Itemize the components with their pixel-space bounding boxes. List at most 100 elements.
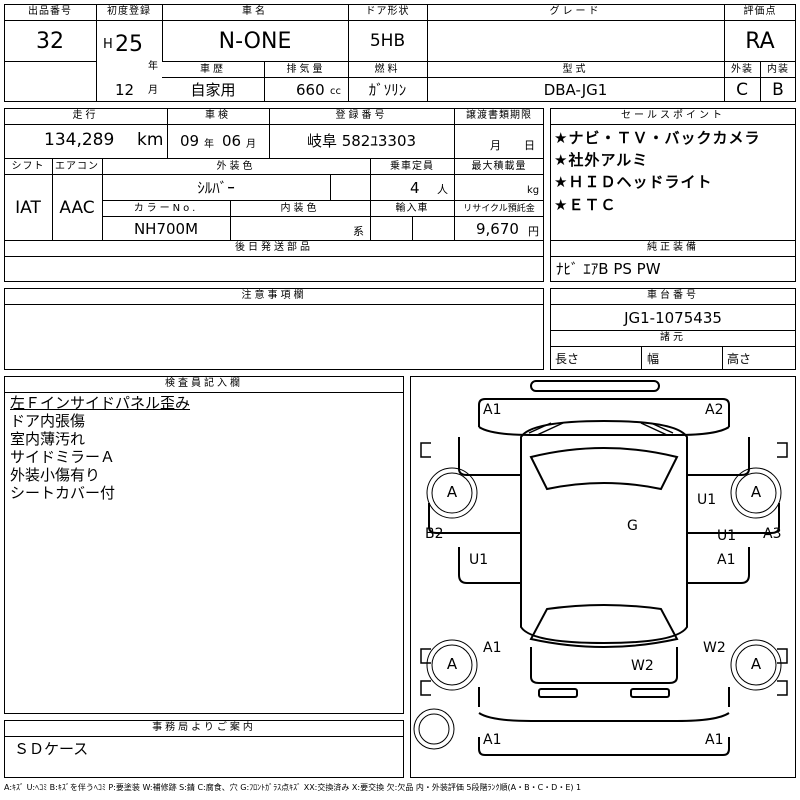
car-name-label: 車名 [242,6,268,17]
int-color-unit: 系 [353,225,364,238]
model-code: DBA-JG1 [543,81,608,99]
sales-point: ★ＨＩＤヘッドライト [554,173,713,191]
damage-code: A1 [483,402,502,418]
damage-code: A3 [763,526,782,542]
displacement-unit: cc [330,86,341,97]
plate-number: 岐阜 582ﾕ3303 [306,132,417,150]
car-outline [413,380,788,756]
mileage: 134,289 [44,130,115,150]
load-unit: kg [527,185,540,196]
sales-point: ★ナビ・ＴＶ・バックカメラ [554,129,761,147]
import-label: 輸入車 [395,203,429,214]
auction-sheet: { "header": { "lot_label": "出品番号", "lot_… [0,0,800,800]
history-label: 車歴 [200,64,226,75]
inspector-note: 外装小傷有り [10,466,101,484]
model-label: 型式 [562,64,589,75]
office-note: ＳＤケース [14,740,89,758]
reg-month: 12 [115,81,135,99]
int-label: 内装 [767,64,789,75]
history: 自家用 [190,81,236,99]
shift: IAT [15,198,41,218]
damage-code: A1 [483,640,502,656]
inspector-note: 左Ｆインサイドパネル歪み [10,394,191,412]
mileage-label: 走行 [72,110,99,121]
color-no-label: カラーNo. [133,203,199,214]
plate-label: 登録番号 [335,110,388,121]
notes-label: 注意事項欄 [241,290,307,301]
grade-label: グレード [549,6,602,17]
office-label: 事務局よりご案内 [152,722,256,733]
inspector-note: シートカバー付 [10,484,116,502]
chassis-number: JG1-1075435 [624,309,722,327]
ext-label: 外装 [731,64,753,75]
wheel-code-fr: A [750,483,762,501]
damage-code: U1 [697,492,717,508]
chassis-label: 車台番号 [647,290,699,301]
damage-code: U1 [469,552,489,568]
damage-code: A1 [483,732,502,748]
int-score: B [772,80,784,100]
load-label: 最大積載量 [471,161,527,172]
legend: A:ｷｽﾞ U:ﾍｺﾐ B:ｷｽﾞを伴うﾍｺﾐ P:要塗装 W:補修跡 S:錆 … [4,783,582,792]
recycle-label: リサイクル預託金 [463,204,535,214]
genuine-label: 純正装備 [647,242,699,253]
inspection-month: 06 [222,132,242,150]
width-label: 幅 [647,352,660,366]
wheel-code-rr: A [750,655,762,673]
later-parts-label: 後日発送部品 [235,242,313,253]
wheel-code-rl: A [446,655,458,673]
mileage-unit: km [137,130,164,150]
length-label: 長さ [555,352,580,366]
ext-color: ｼﾙﾊﾞｰ [197,179,235,197]
sales-point: ★社外アルミ [554,151,649,169]
ac-label: エアコン [55,161,99,172]
damage-code: U1 [717,528,737,544]
inspector-note: ドア内張傷 [10,412,86,430]
ext-color-label: 外装色 [216,161,256,172]
damage-code: W2 [631,658,654,674]
damage-code: W2 [703,640,726,656]
first-reg-label: 初度登録 [107,6,151,17]
inspector-note: 室内薄汚れ [10,430,86,448]
fuel: ｶﾞｿﾘﾝ [368,81,407,99]
lot-number: 32 [36,29,64,54]
car-name: N-ONE [218,29,292,54]
inspection-year-unit: 年 [204,139,214,150]
seating-unit: 人 [437,183,448,196]
inspector-label: 検査員記入欄 [165,378,243,389]
damage-code: A2 [705,402,724,418]
transfer-day-unit: 日 [524,139,535,152]
shift-label: シフト [11,161,45,172]
month-unit: 月 [148,85,158,96]
fuel-label: 燃料 [374,64,401,75]
reg-year: 25 [115,32,143,57]
damage-code: A1 [705,732,724,748]
recycle-unit: 円 [528,225,539,238]
spec-label: 諸元 [660,332,686,343]
color-no: NH700M [133,220,199,238]
car-diagram: A A A A A1 A2 B2 A3 U1 U1 U1 A1 G A1 W2 … [410,376,796,778]
damage-code: B2 [425,526,444,542]
damage-code: A1 [717,552,736,568]
height-label: 高さ [727,352,752,366]
inspection-year: 09 [180,132,200,150]
door-label: ドア形状 [365,6,410,17]
sales-point: ★ＥＴＣ [554,196,617,214]
genuine-equipment: ﾅﾋﾞ ｴｱB PS PW [556,260,661,278]
lot-label: 出品番号 [28,6,72,17]
wheel-code-fl: A [446,483,458,501]
inspection-month-unit: 月 [246,139,256,150]
ext-score: C [736,80,748,100]
score: RA [745,29,775,54]
displacement-label: 排気量 [286,64,326,75]
displacement: 660 [296,81,325,99]
score-label: 評価点 [743,6,777,17]
inspection-label: 車検 [205,110,231,121]
transfer-label: 譲渡書類期限 [466,110,532,121]
inspector-note: サイドミラーＡ [10,448,116,466]
year-unit: 年 [148,61,158,72]
transfer-month-unit: 月 [490,139,501,152]
int-color-label: 内装色 [280,203,320,214]
seating: 4 [410,179,420,197]
recycle-fee: 9,670 [476,220,519,238]
